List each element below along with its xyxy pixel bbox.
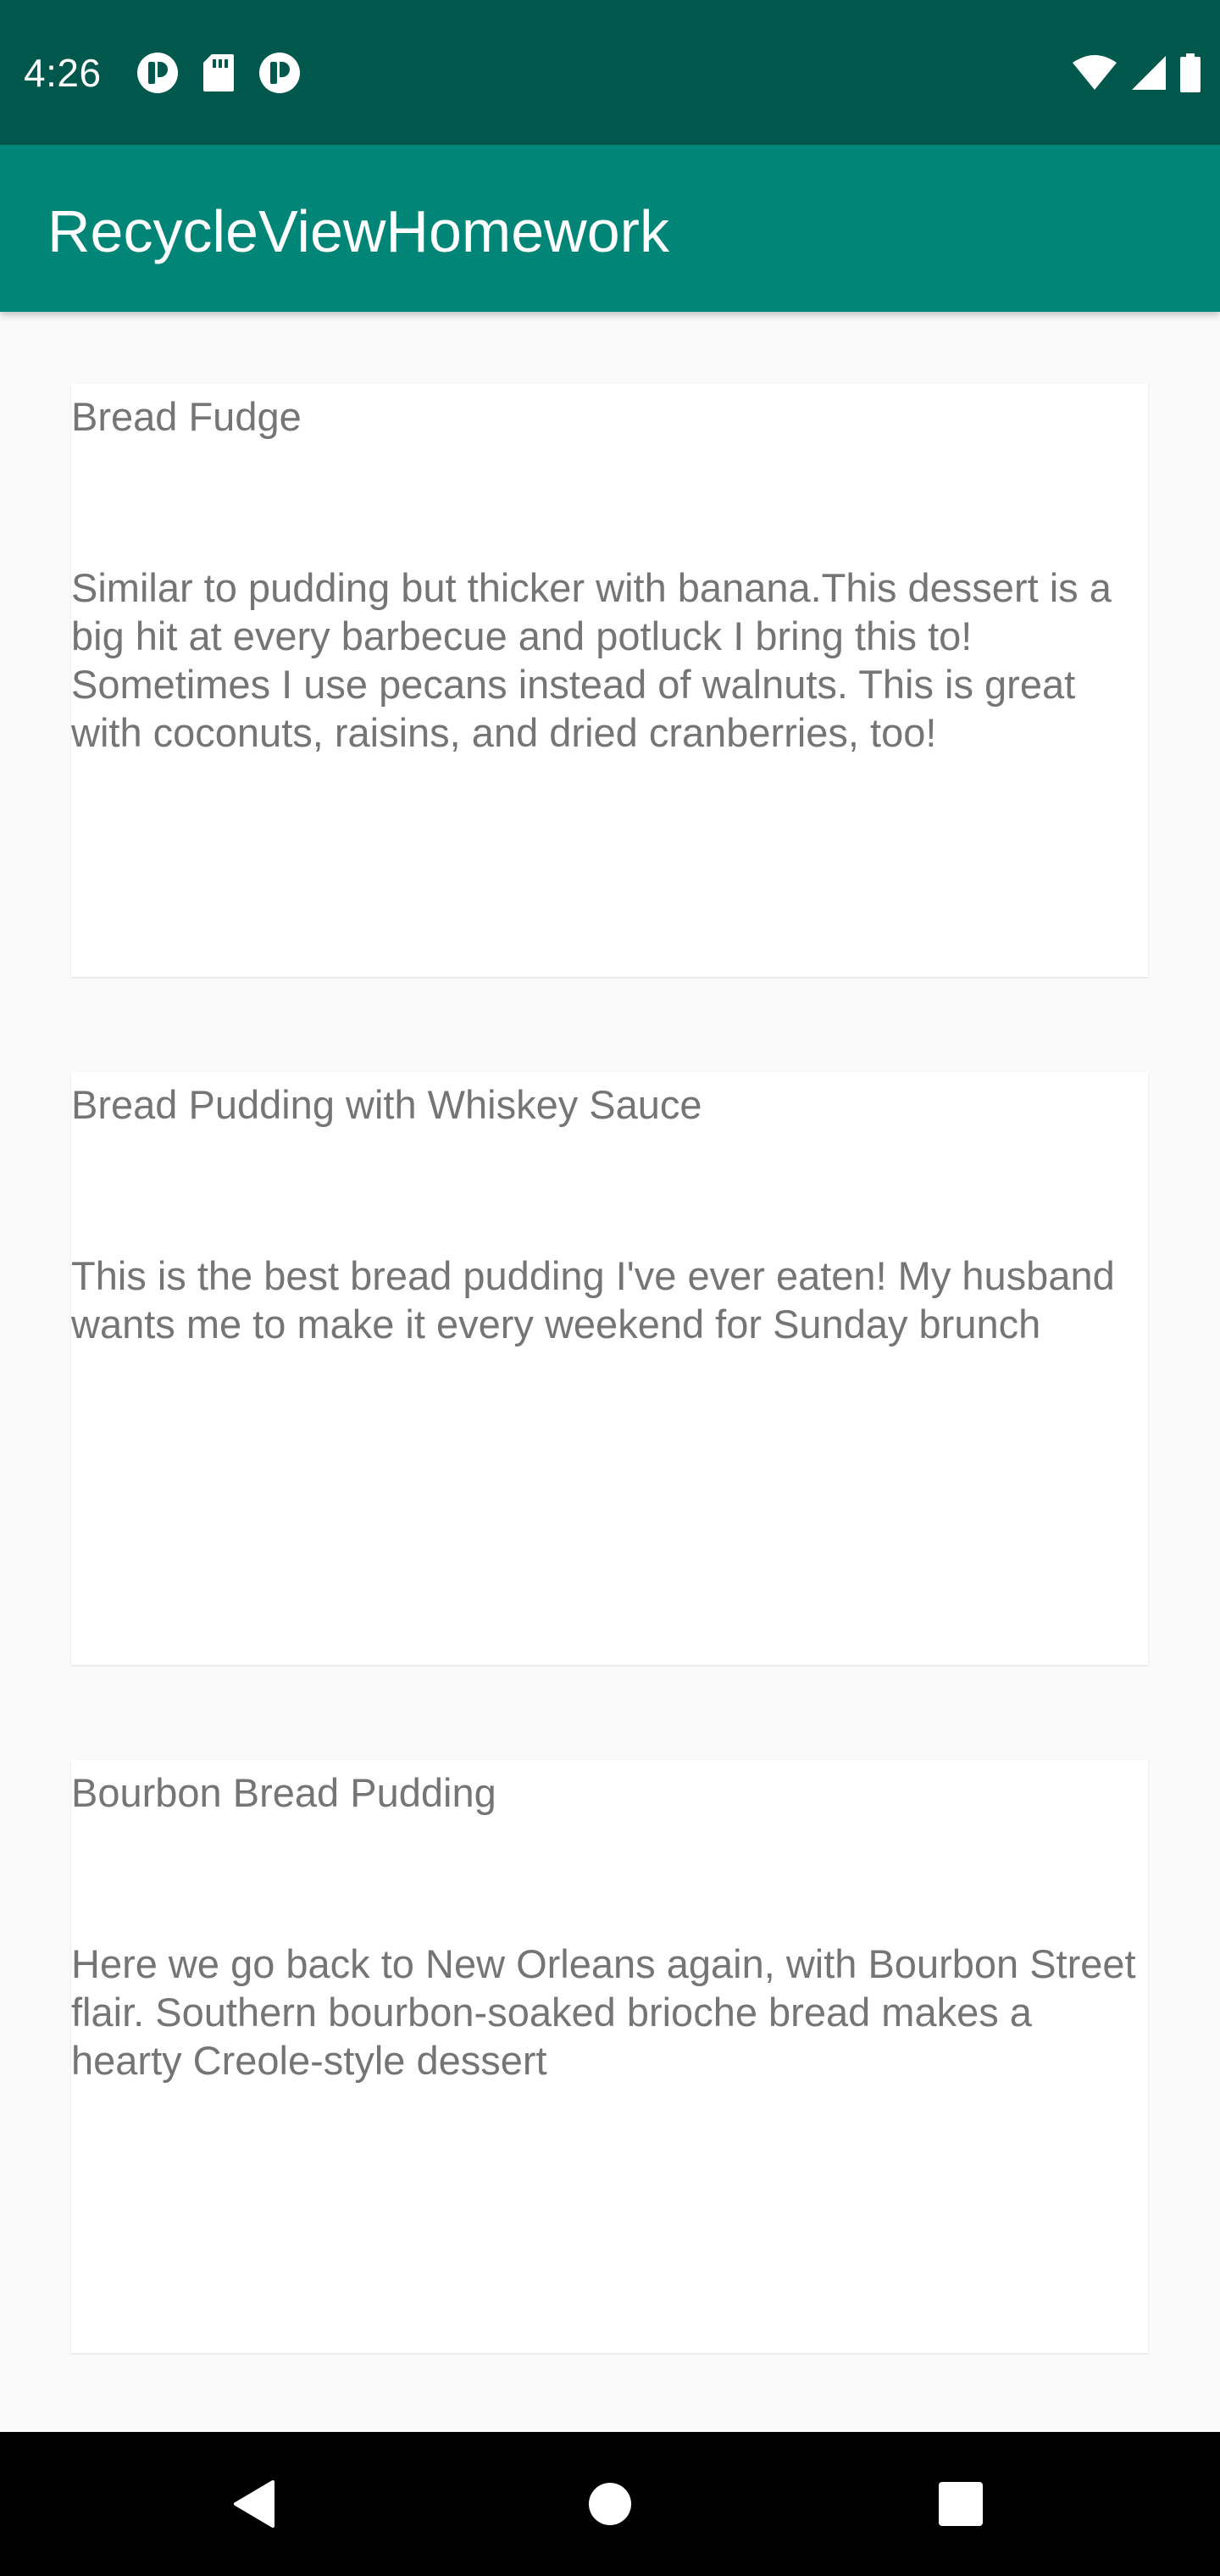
- app-notification-icon: [137, 53, 178, 93]
- recipe-card[interactable]: Bourbon Bread Pudding Here we go back to…: [71, 1760, 1148, 2353]
- app-notification-icon: [259, 53, 300, 93]
- recipe-description: This is the best bread pudding I've ever…: [71, 1253, 1115, 1346]
- system-icons: [1059, 53, 1201, 93]
- status-bar: 4:26: [0, 0, 1220, 145]
- sd-card-icon: [203, 54, 234, 92]
- recipe-list[interactable]: Bread Fudge Similar to pudding but thick…: [0, 312, 1220, 2432]
- cell-signal-icon: [1132, 56, 1166, 90]
- recipe-title: Bread Fudge: [71, 394, 302, 439]
- recipe-title: Bread Pudding with Whiskey Sauce: [71, 1082, 702, 1127]
- home-icon: [589, 2483, 631, 2525]
- recipe-card[interactable]: Bread Pudding with Whiskey Sauce This is…: [71, 1072, 1148, 1665]
- back-icon: [234, 2480, 274, 2528]
- wifi-icon: [1073, 55, 1117, 90]
- back-button[interactable]: [186, 2432, 322, 2576]
- recents-button[interactable]: [893, 2432, 1029, 2576]
- battery-icon: [1180, 53, 1201, 92]
- home-button[interactable]: [542, 2432, 678, 2576]
- status-time: 4:26: [24, 51, 102, 95]
- recipe-description: Similar to pudding but thicker with bana…: [71, 565, 1112, 755]
- notification-icons: [136, 51, 324, 95]
- recipe-description: Here we go back to New Orleans again, wi…: [71, 1941, 1136, 2083]
- recipe-card[interactable]: Bread Fudge Similar to pudding but thick…: [71, 384, 1148, 977]
- recipe-title: Bourbon Bread Pudding: [71, 1770, 496, 1815]
- app-bar: RecycleViewHomework: [0, 145, 1220, 312]
- app-title: RecycleViewHomework: [47, 198, 669, 264]
- recents-icon: [939, 2482, 983, 2526]
- navigation-bar: [0, 2432, 1220, 2576]
